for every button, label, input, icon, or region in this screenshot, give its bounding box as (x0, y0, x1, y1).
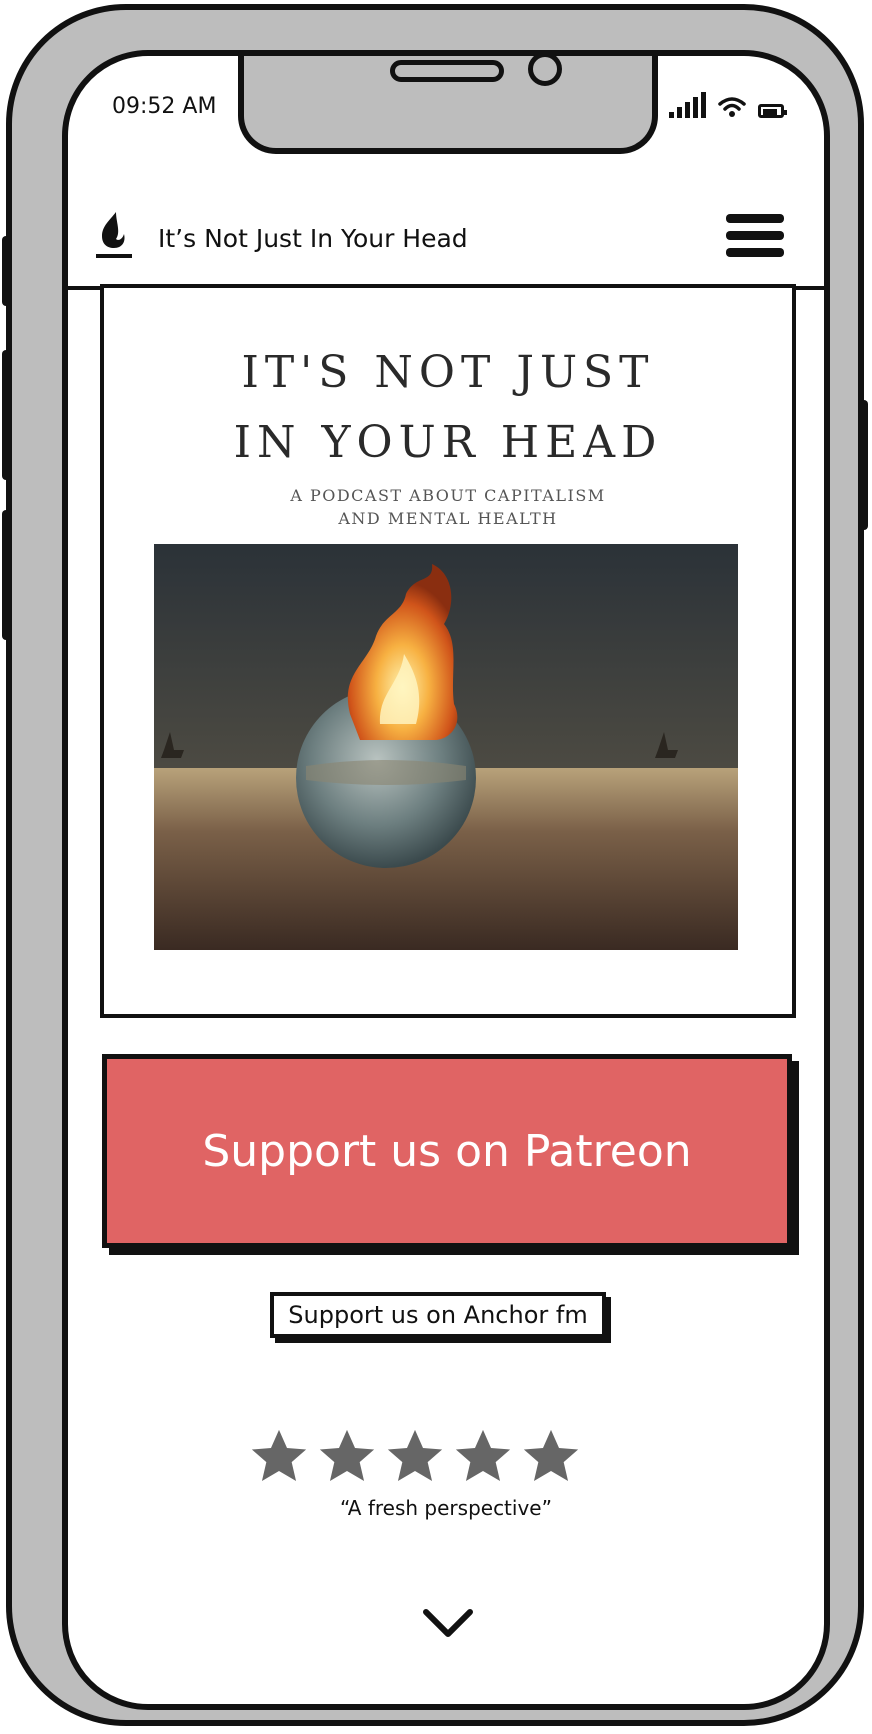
wifi-icon (718, 97, 746, 117)
patreon-support-button[interactable]: Support us on Patreon (102, 1054, 792, 1248)
star-icon (455, 1429, 511, 1482)
app-header: It’s Not Just In Your Head (68, 142, 824, 290)
cover-artwork-burning-earth (154, 544, 738, 950)
star-icon (387, 1429, 443, 1482)
cover-subtitle: A PODCAST ABOUT CAPITALISM AND MENTAL HE… (104, 484, 792, 530)
star-rating (248, 1426, 582, 1488)
battery-icon (758, 104, 787, 118)
status-icons (669, 92, 787, 118)
volume-up-button (2, 350, 10, 480)
menu-icon[interactable] (726, 214, 784, 264)
cover-title-line-2: IN YOUR HEAD (233, 417, 663, 468)
speaker-grille (390, 60, 504, 82)
cover-title: IT'S NOT JUST IN YOUR HEAD (104, 338, 792, 478)
cover-subtitle-line-2: AND MENTAL HEALTH (338, 509, 558, 528)
review-quote: “A fresh perspective” (340, 1496, 552, 1520)
star-icon (319, 1429, 375, 1482)
side-button (2, 236, 10, 306)
star-icon (523, 1429, 579, 1482)
star-icon (251, 1429, 307, 1482)
volume-down-button (2, 510, 10, 640)
phone-screen: 09:52 AM It’s Not Just In Your Head IT'S… (62, 50, 830, 1710)
status-time: 09:52 AM (112, 94, 217, 119)
signal-icon (669, 92, 706, 118)
app-title: It’s Not Just In Your Head (158, 224, 468, 253)
camera-icon (528, 56, 562, 86)
podcast-cover: IT'S NOT JUST IN YOUR HEAD A PODCAST ABO… (100, 284, 796, 1018)
chevron-down-icon[interactable] (420, 1604, 476, 1640)
flame-logo-icon (96, 212, 132, 258)
power-button (860, 400, 868, 530)
anchor-support-button[interactable]: Support us on Anchor fm (270, 1292, 606, 1338)
cover-title-line-1: IT'S NOT JUST (241, 347, 655, 398)
notch (238, 56, 658, 154)
phone-frame: 09:52 AM It’s Not Just In Your Head IT'S… (2, 4, 868, 1726)
cover-subtitle-line-1: A PODCAST ABOUT CAPITALISM (290, 486, 606, 505)
